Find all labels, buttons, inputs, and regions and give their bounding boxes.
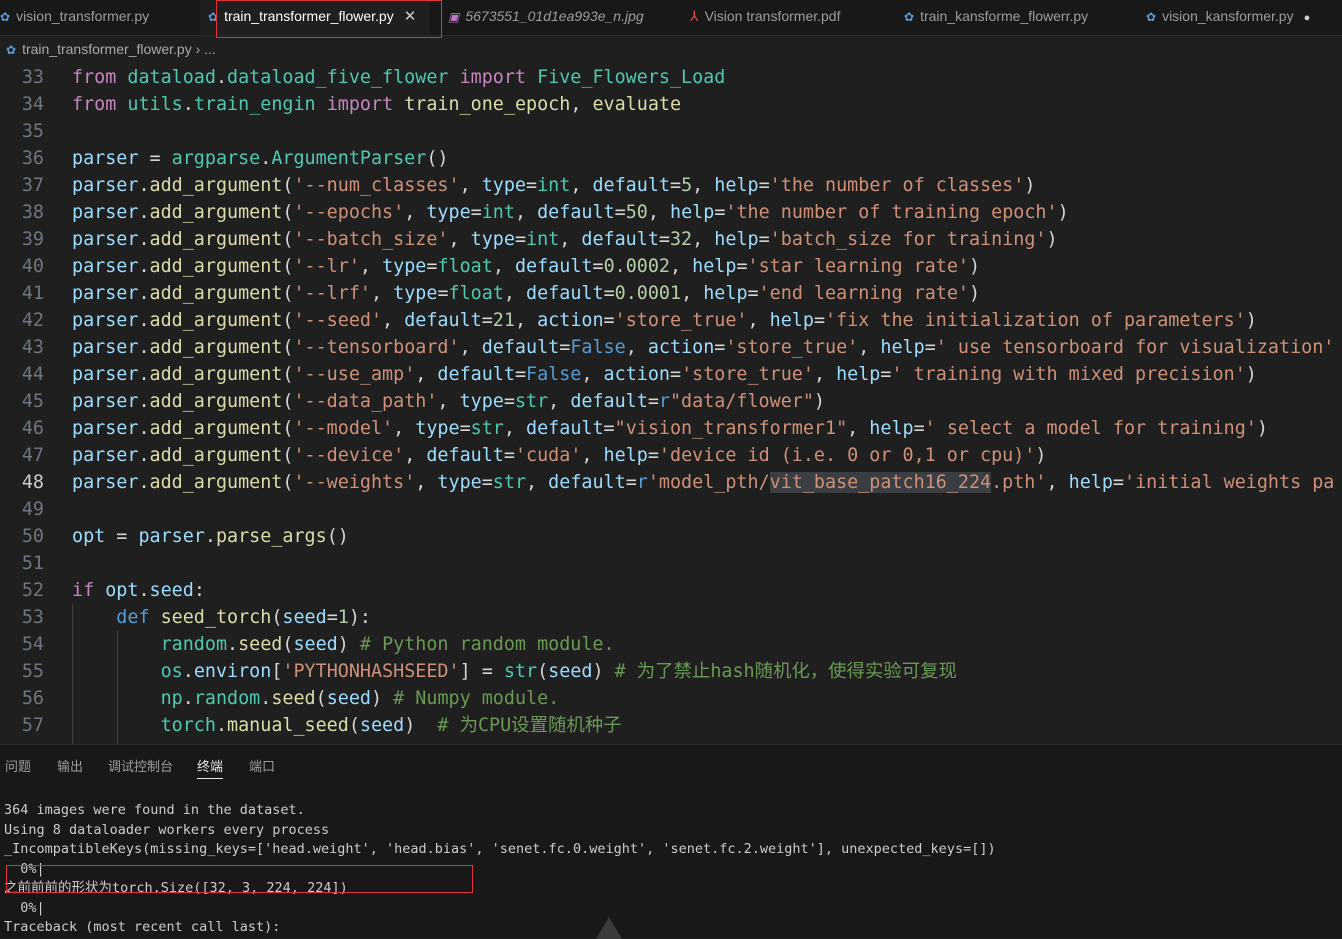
tab-terminal[interactable]: 终端 [197, 756, 224, 779]
tab-problems[interactable]: 问题 [5, 756, 31, 775]
tab-output[interactable]: 输出 [57, 756, 83, 775]
tab-label: vision_transformer.py [16, 8, 150, 24]
terminal-line: Using 8 dataloader workers every process [4, 821, 330, 838]
breadcrumb-file[interactable]: train_transformer_flower.py [22, 41, 192, 57]
breadcrumb: ✿ train_transformer_flower.py › ... [0, 36, 1342, 62]
scroll-indicator-icon [596, 917, 622, 939]
tab-debug-console[interactable]: 调试控制台 [108, 756, 173, 775]
breadcrumb-separator: › [195, 41, 201, 57]
panel-tab-bar: 问题 输出 调试控制台 终端 端口 [0, 745, 1342, 785]
terminal-line: 之前前前的形状为torch.Size([32, 3, 224, 224]) [4, 880, 348, 896]
tab-label: vision_kansformer.py [1162, 8, 1294, 24]
tab-label: train_kansforme_flowerr.py [920, 8, 1089, 24]
python-file-icon: ✿ [6, 43, 17, 57]
close-icon[interactable]: ✕ [404, 0, 417, 33]
terminal-line: _IncompatibleKeys(missing_keys=['head.we… [4, 841, 996, 857]
bottom-panel: 问题 输出 调试控制台 终端 端口 364 images were found … [0, 744, 1342, 939]
tab-image-preview[interactable]: ▣ 5673551_01d1ea993e_n.jpg [448, 0, 644, 35]
pdf-file-icon: ⅄ [690, 8, 699, 24]
tab-label: 5673551_01d1ea993e_n.jpg [465, 8, 644, 24]
editor-tab-bar: ✿ vision_transformer.py ✿ train_transforme… [0, 0, 1342, 36]
code-editor[interactable]: 33 from dataload.dataload_five_flower imp… [0, 64, 1342, 744]
unsaved-dot-icon: ● [1303, 12, 1311, 24]
python-file-icon: ✿ [208, 10, 219, 24]
python-file-icon: ✿ [0, 10, 11, 24]
tab-train-transformer-flower[interactable]: ✿ train_transformer_flower.py ✕ [200, 0, 431, 35]
tab-vision-transformer[interactable]: ✿ vision_transformer.py [0, 0, 149, 35]
tab-label: train_transformer_flower.py [224, 8, 394, 24]
tab-terminal-label: 终端 [197, 760, 224, 775]
tab-train-kansforme-flowerr[interactable]: ✿ train_kansforme_flowerr.py [904, 0, 1088, 35]
image-file-icon: ▣ [448, 10, 460, 24]
tab-vision-transformer-pdf[interactable]: ⅄ Vision transformer.pdf [690, 0, 840, 35]
tab-vision-kansformer[interactable]: ✿ vision_kansformer.py ● [1146, 0, 1310, 35]
tab-ports[interactable]: 端口 [249, 756, 275, 775]
terminal-line: 0%| [4, 899, 45, 916]
active-tab-underline [197, 778, 224, 779]
python-file-icon: ✿ [1146, 10, 1157, 24]
terminal-line: Traceback (most recent call last): [4, 919, 281, 935]
tab-label: Vision transformer.pdf [704, 8, 841, 24]
terminal-line: 0%| [4, 860, 45, 877]
python-file-icon: ✿ [904, 10, 915, 24]
terminal-line: 364 images were found in the dataset. [4, 802, 305, 818]
breadcrumb-more[interactable]: ... [204, 41, 216, 57]
